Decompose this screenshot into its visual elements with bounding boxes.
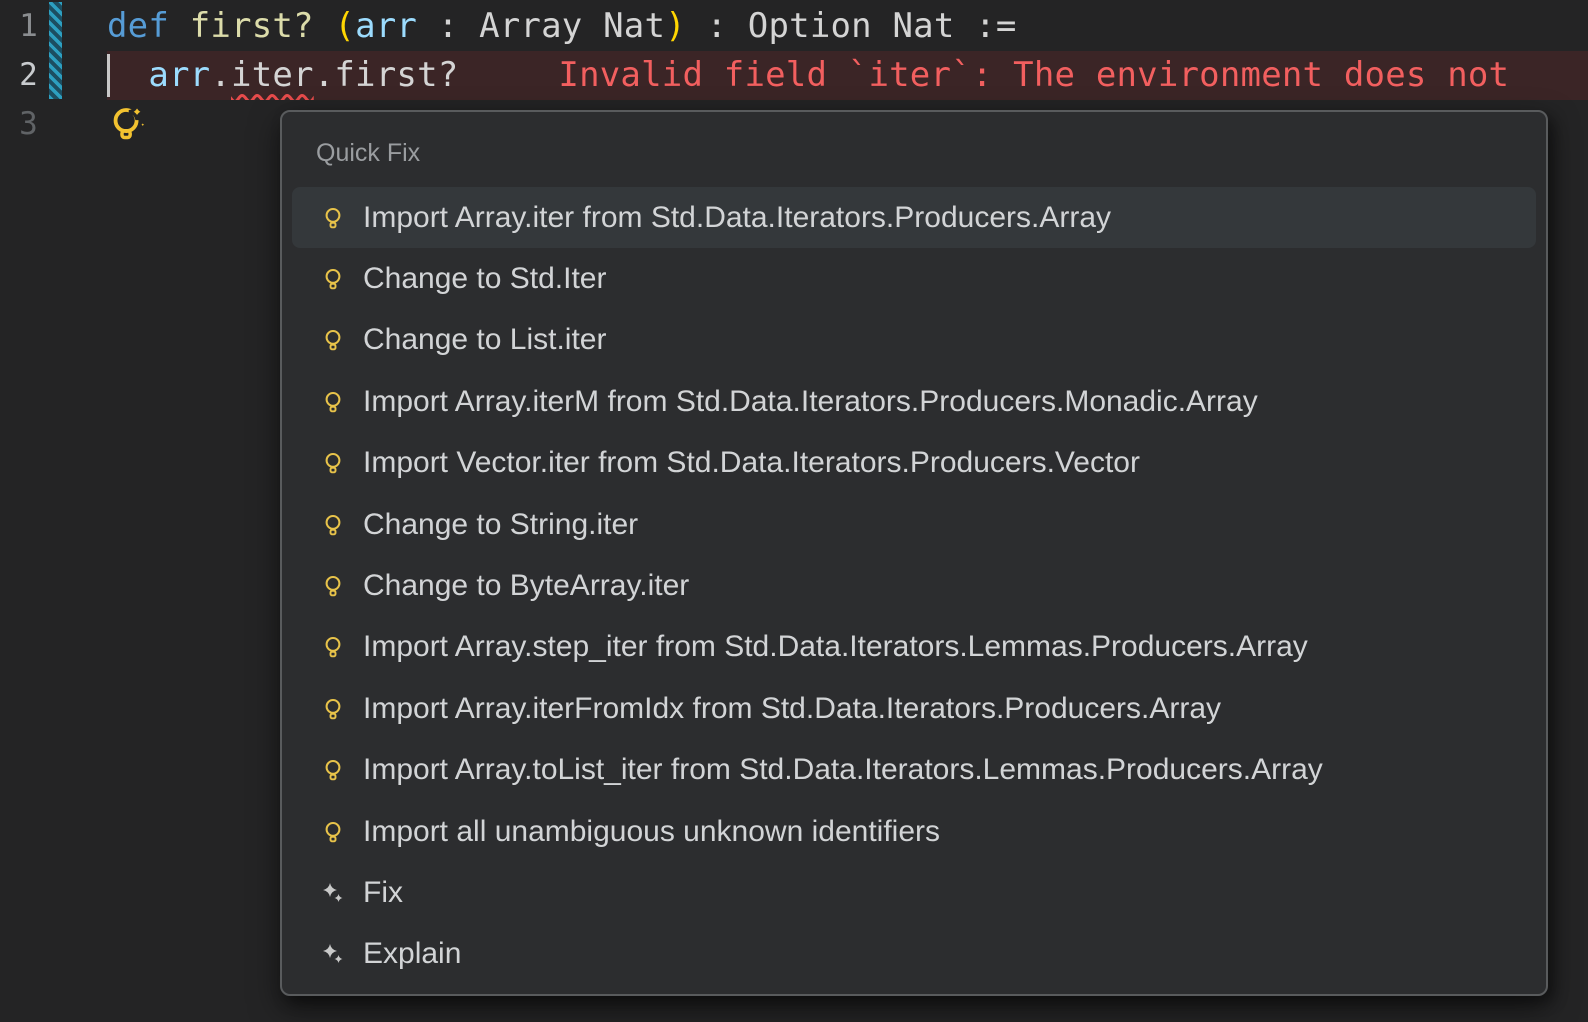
lightbulb-icon: [320, 573, 346, 599]
code-line-1[interactable]: def first? (arr : Array Nat) : Option Na…: [107, 2, 1588, 51]
sparkle-icon: [320, 880, 346, 906]
lightbulb-icon: [320, 757, 346, 783]
lightbulb-icon: [320, 450, 346, 476]
quickfix-item[interactable]: Import Array.iter from Std.Data.Iterator…: [292, 187, 1536, 249]
lightbulb-icon: [320, 327, 346, 353]
lightbulb-icon: [320, 389, 346, 415]
git-modified-indicator[interactable]: [49, 2, 62, 99]
lightbulb-icon: [320, 266, 346, 292]
code-line-2-text: arr.iter.first?: [107, 55, 459, 95]
quickfix-menu-header: Quick Fix: [316, 139, 421, 167]
lightbulb-icon: [320, 512, 346, 538]
text-cursor: [107, 54, 110, 97]
quickfix-item[interactable]: Import Array.toList_iter from Std.Data.I…: [292, 740, 1536, 801]
quickfix-item[interactable]: Import Array.step_iter from Std.Data.Ite…: [292, 617, 1536, 678]
sparkle-icon: [320, 941, 346, 967]
quickfix-item[interactable]: Change to Std.Iter: [292, 248, 1536, 309]
quickfix-item[interactable]: Import Array.iterFromIdx from Std.Data.I…: [292, 678, 1536, 739]
inline-error-message: Invalid field `iter`: The environment do…: [558, 55, 1510, 95]
quickfix-item[interactable]: Import all unambiguous unknown identifie…: [292, 801, 1536, 862]
line-number-2: 2: [19, 57, 38, 93]
line-number-1: 1: [19, 8, 38, 44]
quickfix-menu-items: Import Array.iter from Std.Data.Iterator…: [282, 187, 1546, 985]
quickfix-menu: Quick Fix Import Array.iter from Std.Dat…: [280, 110, 1548, 996]
quickfix-item[interactable]: Import Vector.iter from Std.Data.Iterato…: [292, 433, 1536, 494]
lightbulb-icon: [320, 819, 346, 845]
code-line-2[interactable]: arr.iter.first? Invalid field `iter`: Th…: [107, 51, 1588, 100]
line-number-3: 3: [19, 106, 38, 142]
quickfix-item[interactable]: Change to ByteArray.iter: [292, 555, 1536, 616]
quickfix-item[interactable]: Change to String.iter: [292, 494, 1536, 555]
quickfix-item[interactable]: Explain: [292, 924, 1536, 985]
quickfix-item[interactable]: Import Array.iterM from Std.Data.Iterato…: [292, 371, 1536, 432]
lightbulb-icon: [320, 696, 346, 722]
lightbulb-icon: [320, 634, 346, 660]
quickfix-item[interactable]: Change to List.iter: [292, 310, 1536, 371]
lightbulb-icon: [320, 205, 346, 231]
quickfix-item[interactable]: Fix: [292, 862, 1536, 923]
